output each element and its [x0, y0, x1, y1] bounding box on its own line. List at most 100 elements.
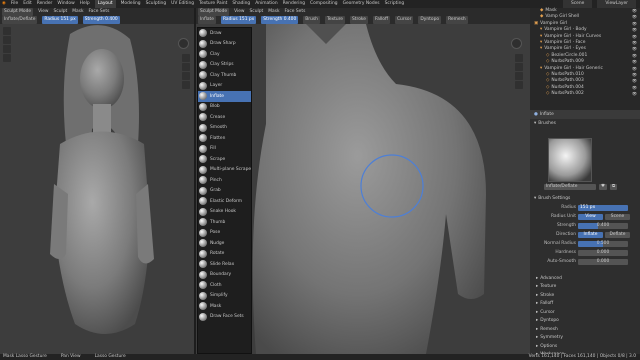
brush-item-draw-sharp[interactable]: Draw Sharp [198, 39, 251, 50]
menu-face-sets[interactable]: Face Sets [89, 8, 110, 16]
brush-item-inflate[interactable]: Inflate [198, 91, 251, 102]
brush-selector[interactable]: Inflate/Deflate [2, 16, 38, 24]
brush-settings-header[interactable]: ▾ Brush Settings [530, 194, 640, 203]
workspace-tab-compositing[interactable]: Compositing [310, 0, 338, 8]
brush-item-crease[interactable]: Crease [198, 112, 251, 123]
cursor-tab[interactable]: Cursor [394, 16, 414, 24]
brush-item-scrape[interactable]: Scrape [198, 154, 251, 165]
texture-tab[interactable]: Texture [324, 16, 346, 24]
brush-item-clay-thumb[interactable]: Clay Thumb [198, 70, 251, 81]
radius-field[interactable]: Radius 151 px [42, 16, 78, 24]
subpanel-dyntopo[interactable]: ▸ Dyntopo [534, 317, 638, 326]
subpanel-stroke[interactable]: ▸ Stroke [534, 291, 638, 300]
brush-item-clay[interactable]: Clay [198, 49, 251, 60]
zoom-icon[interactable] [182, 54, 190, 62]
new-brush-icon[interactable]: ⧉ [609, 184, 618, 190]
view-layer-selector[interactable]: ViewLayer [597, 0, 636, 8]
pan-hand-right-icon[interactable] [515, 63, 523, 71]
workspace-tab-texture-paint[interactable]: Texture Paint [199, 0, 227, 8]
camera-icon[interactable] [182, 72, 190, 80]
hardness-slider[interactable]: 0.000 [578, 249, 628, 256]
radius-unit-view[interactable]: View [578, 213, 603, 220]
subpanel-advanced[interactable]: ▸ Advanced [534, 274, 638, 283]
brush-item-fill[interactable]: Fill [198, 144, 251, 155]
brush-item-simplify[interactable]: Simplify [198, 291, 251, 302]
menu-mask-right[interactable]: Mask [268, 8, 279, 16]
zoom-right-icon[interactable] [515, 54, 523, 62]
menu-render[interactable]: Render [37, 0, 53, 8]
visibility-eye-icon[interactable]: 👁 [632, 91, 637, 97]
brush-tab[interactable]: Brush [303, 16, 320, 24]
brush-selector-right[interactable]: Inflate [198, 16, 216, 24]
workspace-tab-layout[interactable]: Layout [94, 0, 116, 8]
brush-item-blob[interactable]: Blob [198, 102, 251, 113]
radius-unit-scene[interactable]: Scene [605, 213, 630, 220]
subpanel-cursor[interactable]: ▸ Cursor [534, 308, 638, 317]
remesh-toggle[interactable]: Remesh [446, 16, 468, 24]
radius-field-right[interactable]: Radius 151 px [220, 16, 257, 24]
ortho-grid-icon[interactable] [182, 81, 190, 89]
brush-item-flatten[interactable]: Flatten [198, 133, 251, 144]
workspace-tab-geometry-nodes[interactable]: Geometry Nodes [343, 0, 380, 8]
brush-item-pose[interactable]: Pose [198, 228, 251, 239]
menu-sculpt-right[interactable]: Sculpt [250, 8, 264, 16]
left-viewport[interactable] [0, 24, 194, 354]
tool-clay-icon[interactable] [3, 36, 11, 44]
strength-slider[interactable]: 0.400 [578, 222, 628, 229]
auto-smooth-slider[interactable]: 0.000 [578, 258, 628, 265]
mode-selector-right[interactable]: Sculpt Mode [198, 8, 230, 16]
workspace-tab-scripting[interactable]: Scripting [385, 0, 405, 8]
brush-item-layer[interactable]: Layer [198, 81, 251, 92]
normal-radius-slider[interactable]: 0.500 [578, 240, 628, 247]
brush-item-pinch[interactable]: Pinch [198, 175, 251, 186]
brush-item-grab[interactable]: Grab [198, 186, 251, 197]
menu-mask[interactable]: Mask [72, 8, 83, 16]
tool-grab-icon[interactable] [3, 54, 11, 62]
strength-field[interactable]: Strength 0.400 [82, 16, 120, 24]
brush-item-cloth[interactable]: Cloth [198, 280, 251, 291]
menu-help[interactable]: Help [80, 0, 90, 8]
workspace-tab-rendering[interactable]: Rendering [283, 0, 305, 8]
radius-input[interactable]: 151 px [578, 204, 628, 211]
brush-item-thumb[interactable]: Thumb [198, 217, 251, 228]
mode-selector[interactable]: Sculpt Mode [2, 8, 34, 16]
tool-draw-icon[interactable] [3, 27, 11, 35]
menu-view[interactable]: View [38, 8, 48, 16]
blender-logo-icon[interactable]: ◉ [2, 0, 6, 8]
workspace-tab-sculpting[interactable]: Sculpting [146, 0, 167, 8]
ortho-grid-right-icon[interactable] [515, 81, 523, 89]
subpanel-symmetry[interactable]: ▸ Symmetry [534, 334, 638, 343]
workspace-tab-uv[interactable]: UV Editing [171, 0, 194, 8]
brush-item-elastic-deform[interactable]: Elastic Deform [198, 196, 251, 207]
brush-preview-image[interactable] [548, 138, 592, 182]
menu-file[interactable]: File [11, 0, 18, 8]
navigation-gizmo-icon[interactable] [178, 38, 189, 49]
subpanel-remesh[interactable]: ▸ Remesh [534, 325, 638, 334]
scene-selector[interactable]: Scene [562, 0, 593, 8]
brush-item-smooth[interactable]: Smooth [198, 123, 251, 134]
brush-item-boundary[interactable]: Boundary [198, 270, 251, 281]
navigation-gizmo-right-icon[interactable] [511, 38, 522, 49]
brush-item-clay-strips[interactable]: Clay Strips [198, 60, 251, 71]
brush-item-mask[interactable]: Mask [198, 301, 251, 312]
direction-deflate[interactable]: Deflate [605, 231, 630, 238]
brushes-panel-header[interactable]: ▾ Brushes [530, 119, 640, 128]
direction-inflate[interactable]: Inflate [578, 231, 603, 238]
workspace-tab-modeling[interactable]: Modeling [121, 0, 141, 8]
subpanel-options[interactable]: ▸ Options [534, 342, 638, 351]
brush-item-nudge[interactable]: Nudge [198, 238, 251, 249]
menu-face-sets-right[interactable]: Face Sets [285, 8, 306, 16]
menu-window[interactable]: Window [57, 0, 74, 8]
subpanel-texture[interactable]: ▸ Texture [534, 283, 638, 292]
brush-name-field[interactable]: Inflate/Deflate [544, 184, 596, 190]
strength-field-right[interactable]: Strength 0.400 [261, 16, 299, 24]
camera-right-icon[interactable] [515, 72, 523, 80]
brush-item-rotate[interactable]: Rotate [198, 249, 251, 260]
brush-item-draw-face-sets[interactable]: Draw Face Sets [198, 312, 251, 323]
falloff-tab[interactable]: Falloff [373, 16, 390, 24]
fake-user-icon[interactable]: ♥ [599, 184, 607, 190]
brush-item-snake-hook[interactable]: Snake Hook [198, 207, 251, 218]
outliner-row[interactable]: ◇ NurbsPath.002 👁 [530, 91, 640, 97]
workspace-tab-shading[interactable]: Shading [232, 0, 250, 8]
stroke-tab[interactable]: Stroke [350, 16, 369, 24]
